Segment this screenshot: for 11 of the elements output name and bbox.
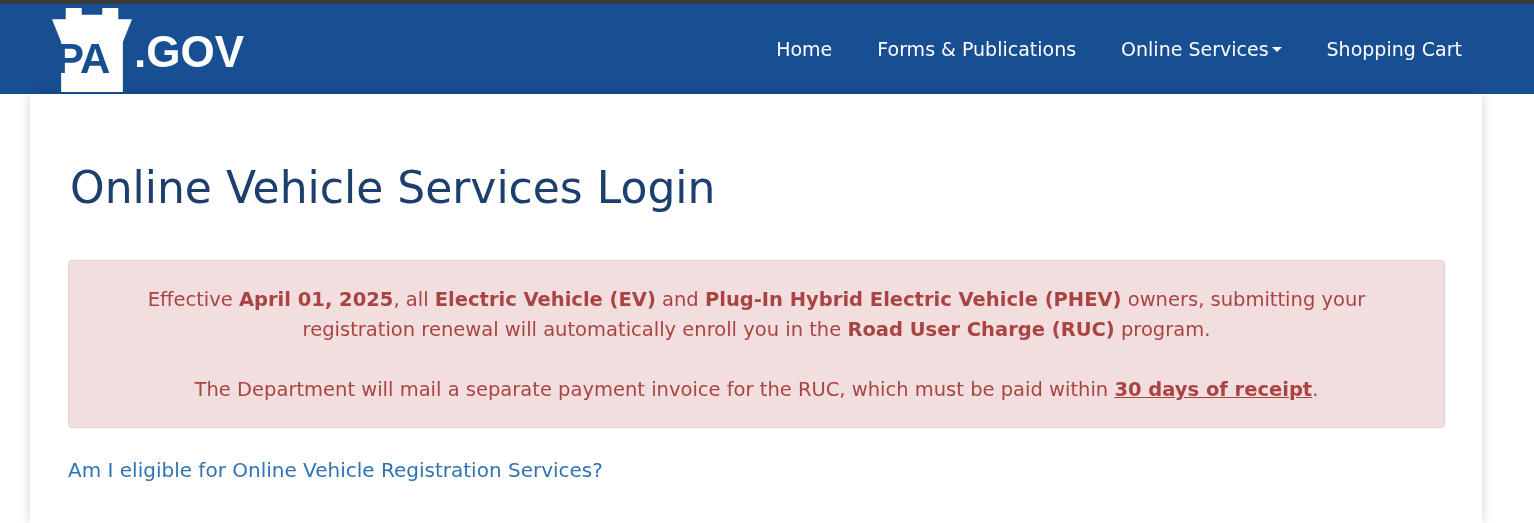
nav-link[interactable]: Forms & Publications	[877, 38, 1077, 60]
notice-text: The Department will mail a separate payment invoice for the RUC, which must be paid within 30 days of receipt.	[193, 377, 1320, 403]
keystone-icon	[52, 8, 132, 92]
page-title: Online Vehicle Services Login	[70, 161, 717, 215]
notice-text: Effective April 01, 2025, all Electric Vehicle (EV) and Plug-In Hybrid Electric Vehicle (PHEV) owners, submitting your registration renewal will automatically enroll you in the Road User Charge (RUC) program.	[146, 287, 1367, 343]
caret-icon	[1271, 46, 1282, 52]
eligibility-link[interactable]: Am I eligible for Online Vehicle Registration Services?	[68, 458, 603, 482]
nav-link[interactable]: Shopping Cart	[1326, 38, 1462, 60]
nav-link[interactable]: Home	[776, 38, 833, 60]
receipt-link[interactable]: 30 days of receipt	[1114, 378, 1313, 401]
nav-link[interactable]: Online Services	[1121, 38, 1282, 60]
